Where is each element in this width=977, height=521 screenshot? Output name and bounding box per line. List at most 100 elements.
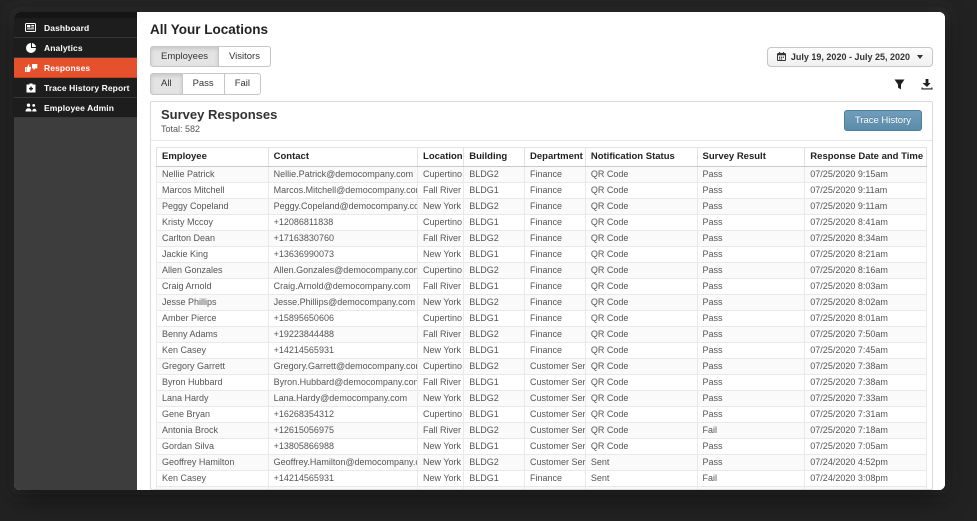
table-cell: 07/24/2020 4:52pm xyxy=(804,453,927,471)
table-cell: Customer Service xyxy=(524,421,586,439)
sidebar-item-label: Employee Admin xyxy=(44,102,115,113)
table-row: Jonathan Lowe+12739329032Fall RiverBLDG2… xyxy=(156,485,927,489)
table-cell: Sent xyxy=(584,453,698,471)
table-cell: New York xyxy=(417,197,465,215)
table-cell: Pass xyxy=(696,277,806,295)
table-cell: Cupertino xyxy=(417,213,465,231)
filter-pass-button[interactable]: Pass xyxy=(181,73,225,95)
table-cell: Byron Hubbard xyxy=(156,373,269,391)
sidebar-item-dashboard[interactable]: Dashboard xyxy=(14,18,137,38)
column-header-notification-status[interactable]: Notification Status xyxy=(584,146,698,167)
table-cell: Jesse Phillips xyxy=(156,293,269,311)
table-cell: Finance xyxy=(524,229,586,247)
table-cell: Allen Gonzales xyxy=(156,261,269,279)
view-toolbar: Employees Visitors July 19, 2020 - July … xyxy=(150,46,933,68)
table-cell: 07/25/2020 8:34am xyxy=(804,229,927,247)
table-cell: QR Code xyxy=(584,357,698,375)
table-row: Gregory Garrett Gregory.Garrett@democompa… xyxy=(156,357,927,375)
table-cell: Geoffrey.Hamilton@democompany.com xyxy=(267,453,419,471)
table-row: Geoffrey Hamilton Geoffrey.Hamilton@democ… xyxy=(156,453,927,471)
table-cell: Finance xyxy=(524,165,586,183)
table-cell: QR Code xyxy=(584,405,698,423)
filter-fail-button[interactable]: Fail xyxy=(223,73,261,95)
table-cell: +19223844488 xyxy=(267,325,419,343)
trace-history-button[interactable]: Trace History xyxy=(843,109,922,131)
table-cell: Peggy.Copeland@democompany.com xyxy=(267,197,419,215)
table-cell: Gregory Garrett xyxy=(156,357,269,375)
table-cell: Pass xyxy=(696,229,806,247)
sidebar-item-responses[interactable]: Responses xyxy=(14,58,137,78)
survey-responses-panel: Survey Responses Total: 582 Trace Histor… xyxy=(150,100,933,490)
table-cell: Customer Service xyxy=(524,453,586,471)
table-cell: Customer Service xyxy=(524,437,586,455)
table-cell: Fall River xyxy=(417,181,465,199)
table-cell: QR Code xyxy=(584,373,698,391)
table-cell: Gordan Silva xyxy=(156,437,269,455)
column-header-department[interactable]: Department xyxy=(524,146,586,167)
table-cell: +15895650606 xyxy=(267,309,419,327)
column-header-location[interactable]: Location xyxy=(417,146,465,167)
filter-icon[interactable] xyxy=(894,79,905,90)
table-cell: Fall River xyxy=(417,373,465,391)
table-cell: Pass xyxy=(696,453,806,471)
table-row: Ken Casey +14214565931 New York BLDG1 Financ… xyxy=(156,469,927,487)
download-icon[interactable] xyxy=(921,78,933,90)
table-cell: Jonathan Lowe xyxy=(156,485,269,489)
table-header-row: Employee Contact Location Building Depar… xyxy=(156,146,927,167)
employees-tab-button[interactable]: Employees xyxy=(150,46,219,68)
table-cell: Geoffrey Hamilton xyxy=(156,453,269,471)
table-cell: 07/25/2020 9:11am xyxy=(804,181,927,199)
column-header-employee[interactable]: Employee xyxy=(156,146,269,167)
table-cell: QR Code xyxy=(584,245,698,263)
table-cell: BLDG1 xyxy=(463,181,526,199)
table-cell: 07/25/2020 7:18am xyxy=(804,421,927,439)
table-cell: QR Code xyxy=(584,213,698,231)
panel-header: Survey Responses Total: 582 Trace Histor… xyxy=(151,102,932,141)
table-body: Nellie Patrick Nellie.Patrick@democompany… xyxy=(156,165,927,489)
table-row: Peggy Copeland Peggy.Copeland@democompany… xyxy=(156,197,927,215)
sidebar-item-label: Analytics xyxy=(44,42,83,53)
table-cell: Lana Hardy xyxy=(156,389,269,407)
app-window: Dashboard Analytics Responses Trace Hist… xyxy=(14,12,945,490)
table-cell: Pass xyxy=(696,405,806,423)
date-range-picker[interactable]: July 19, 2020 - July 25, 2020 xyxy=(766,46,933,67)
sidebar-item-employee-admin[interactable]: Employee Admin xyxy=(14,98,137,118)
column-header-survey-result[interactable]: Survey Result xyxy=(696,146,806,167)
calendar-icon xyxy=(776,52,786,62)
column-header-response-date[interactable]: Response Date and Time xyxy=(804,146,927,167)
table-cell: Finance xyxy=(524,245,586,263)
visitors-tab-button[interactable]: Visitors xyxy=(218,46,271,68)
table-cell: +14214565931 xyxy=(267,469,419,487)
chevron-down-icon xyxy=(917,54,923,59)
table-cell: Pass xyxy=(696,325,806,343)
table-cell: 07/25/2020 8:21am xyxy=(804,245,927,263)
table-cell: Lana.Hardy@democompany.com xyxy=(267,389,419,407)
sidebar-item-analytics[interactable]: Analytics xyxy=(14,38,137,58)
table-cell: Finance xyxy=(524,293,586,311)
table-cell: QR Code xyxy=(584,165,698,183)
column-header-building[interactable]: Building xyxy=(463,146,526,167)
column-header-contact[interactable]: Contact xyxy=(267,146,419,167)
table-cell: BLDG1 xyxy=(463,405,526,423)
table-cell: Finance xyxy=(524,309,586,327)
table-cell: BLDG2 xyxy=(463,293,526,311)
table-cell: Finance xyxy=(524,325,586,343)
table-cell: +12615056975 xyxy=(267,421,419,439)
table-cell: Ken Casey xyxy=(156,341,269,359)
sidebar: Dashboard Analytics Responses Trace Hist… xyxy=(14,12,137,490)
table-cell: +13636990073 xyxy=(267,245,419,263)
table-cell: BLDG1 xyxy=(463,469,526,487)
table-cell: QR Code xyxy=(584,341,698,359)
sidebar-item-trace-history-report[interactable]: Trace History Report xyxy=(14,78,137,98)
table-cell: Cupertino xyxy=(417,357,465,375)
table-row: Allen Gonzales Allen.Gonzales@democompany… xyxy=(156,261,927,279)
table-cell: 07/25/2020 8:03am xyxy=(804,277,927,295)
table-cell: Fall River xyxy=(417,277,465,295)
table-row: Marcos Mitchell Marcos.Mitchell@democompa… xyxy=(156,181,927,199)
filter-all-button[interactable]: All xyxy=(150,73,183,95)
table-row: Amber Pierce +15895650606 Cupertino BLDG1 Fi… xyxy=(156,309,927,327)
table-row: Jesse Phillips Jesse.Phillips@democompany… xyxy=(156,293,927,311)
table-row: Jackie King +13636990073 New York BLDG1 Fina… xyxy=(156,245,927,263)
table-cell: BLDG2 xyxy=(463,229,526,247)
total-count: Total: 582 xyxy=(161,123,201,134)
